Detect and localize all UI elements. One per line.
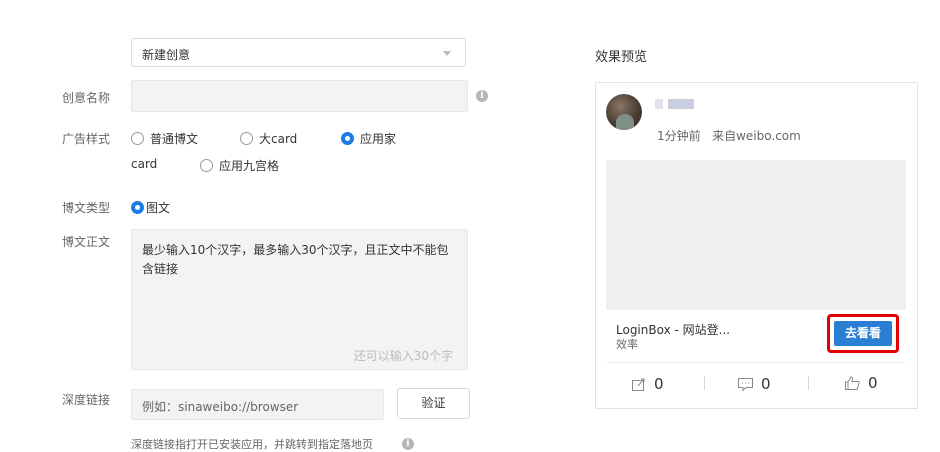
divider (808, 376, 809, 390)
avatar (606, 94, 642, 130)
post-body-placeholder-line1: 最少输入10个汉字，最多输入30个汉字，且正文中不能包 (142, 243, 449, 257)
radio-icon (240, 132, 253, 145)
ad-style-option-bigcard[interactable]: 大card (240, 130, 297, 147)
deeplink-input[interactable]: 例如：sinaweibo://browser (131, 389, 384, 420)
divider (704, 376, 705, 390)
verify-button[interactable]: 验证 (397, 388, 470, 419)
post-body-textarea[interactable]: 最少输入10个汉字，最多输入30个汉字，且正文中不能包 含链接 还可以输入30个… (131, 229, 468, 370)
post-body-placeholder-line2: 含链接 (142, 262, 179, 276)
repost-action[interactable]: 0 (632, 375, 664, 393)
divider (606, 362, 906, 363)
username-blurred (668, 99, 694, 109)
repost-icon (632, 378, 645, 391)
creative-select[interactable]: 新建创意 (131, 38, 466, 67)
radio-selected-icon (131, 201, 144, 214)
ad-style-option-card-cont: card (131, 157, 158, 171)
ad-style-option-normal[interactable]: 普通博文 (131, 130, 198, 147)
username-blurred (655, 99, 663, 109)
deeplink-hint: 深度链接指打开已安装应用，并跳转到指定落地页 (131, 438, 373, 451)
radio-icon (131, 132, 144, 145)
radio-icon (200, 159, 213, 172)
info-icon[interactable]: i (402, 438, 414, 450)
thumbs-up-icon (845, 376, 860, 390)
preview-title: 效果预览 (595, 50, 648, 65)
deeplink-label: 深度链接 (62, 393, 111, 407)
creative-name-input[interactable] (131, 80, 468, 112)
go-button-highlight: 去看看 (827, 314, 899, 353)
app-subtitle: 效率 (616, 338, 638, 351)
go-button[interactable]: 去看看 (834, 321, 892, 346)
comment-count: 0 (761, 375, 771, 393)
ad-style-option-app[interactable]: 应用家 (341, 130, 396, 147)
ad-style-option-grid[interactable]: 应用九宫格 (200, 157, 279, 174)
radio-selected-icon (341, 132, 354, 145)
post-meta: 1分钟前 来自weibo.com (657, 127, 801, 144)
like-count: 0 (868, 374, 878, 392)
post-type-option-image-text[interactable]: 图文 (131, 199, 170, 216)
post-body-counter: 还可以输入30个字 (353, 349, 453, 363)
info-icon[interactable]: i (476, 90, 488, 102)
repost-count: 0 (654, 375, 664, 393)
post-body-label: 博文正文 (62, 235, 111, 249)
comment-icon (738, 377, 753, 391)
deeplink-placeholder: 例如：sinaweibo://browser (142, 400, 299, 414)
creative-select-value: 新建创意 (142, 48, 191, 62)
like-action[interactable]: 0 (845, 374, 878, 392)
creative-name-label: 创意名称 (62, 91, 111, 105)
media-placeholder (606, 160, 906, 310)
post-time: 1分钟前 (657, 129, 701, 143)
ad-style-label: 广告样式 (62, 132, 111, 146)
comment-action[interactable]: 0 (738, 375, 771, 393)
post-source: 来自weibo.com (712, 129, 801, 143)
chevron-down-icon (443, 51, 451, 56)
post-type-label: 博文类型 (62, 201, 111, 215)
